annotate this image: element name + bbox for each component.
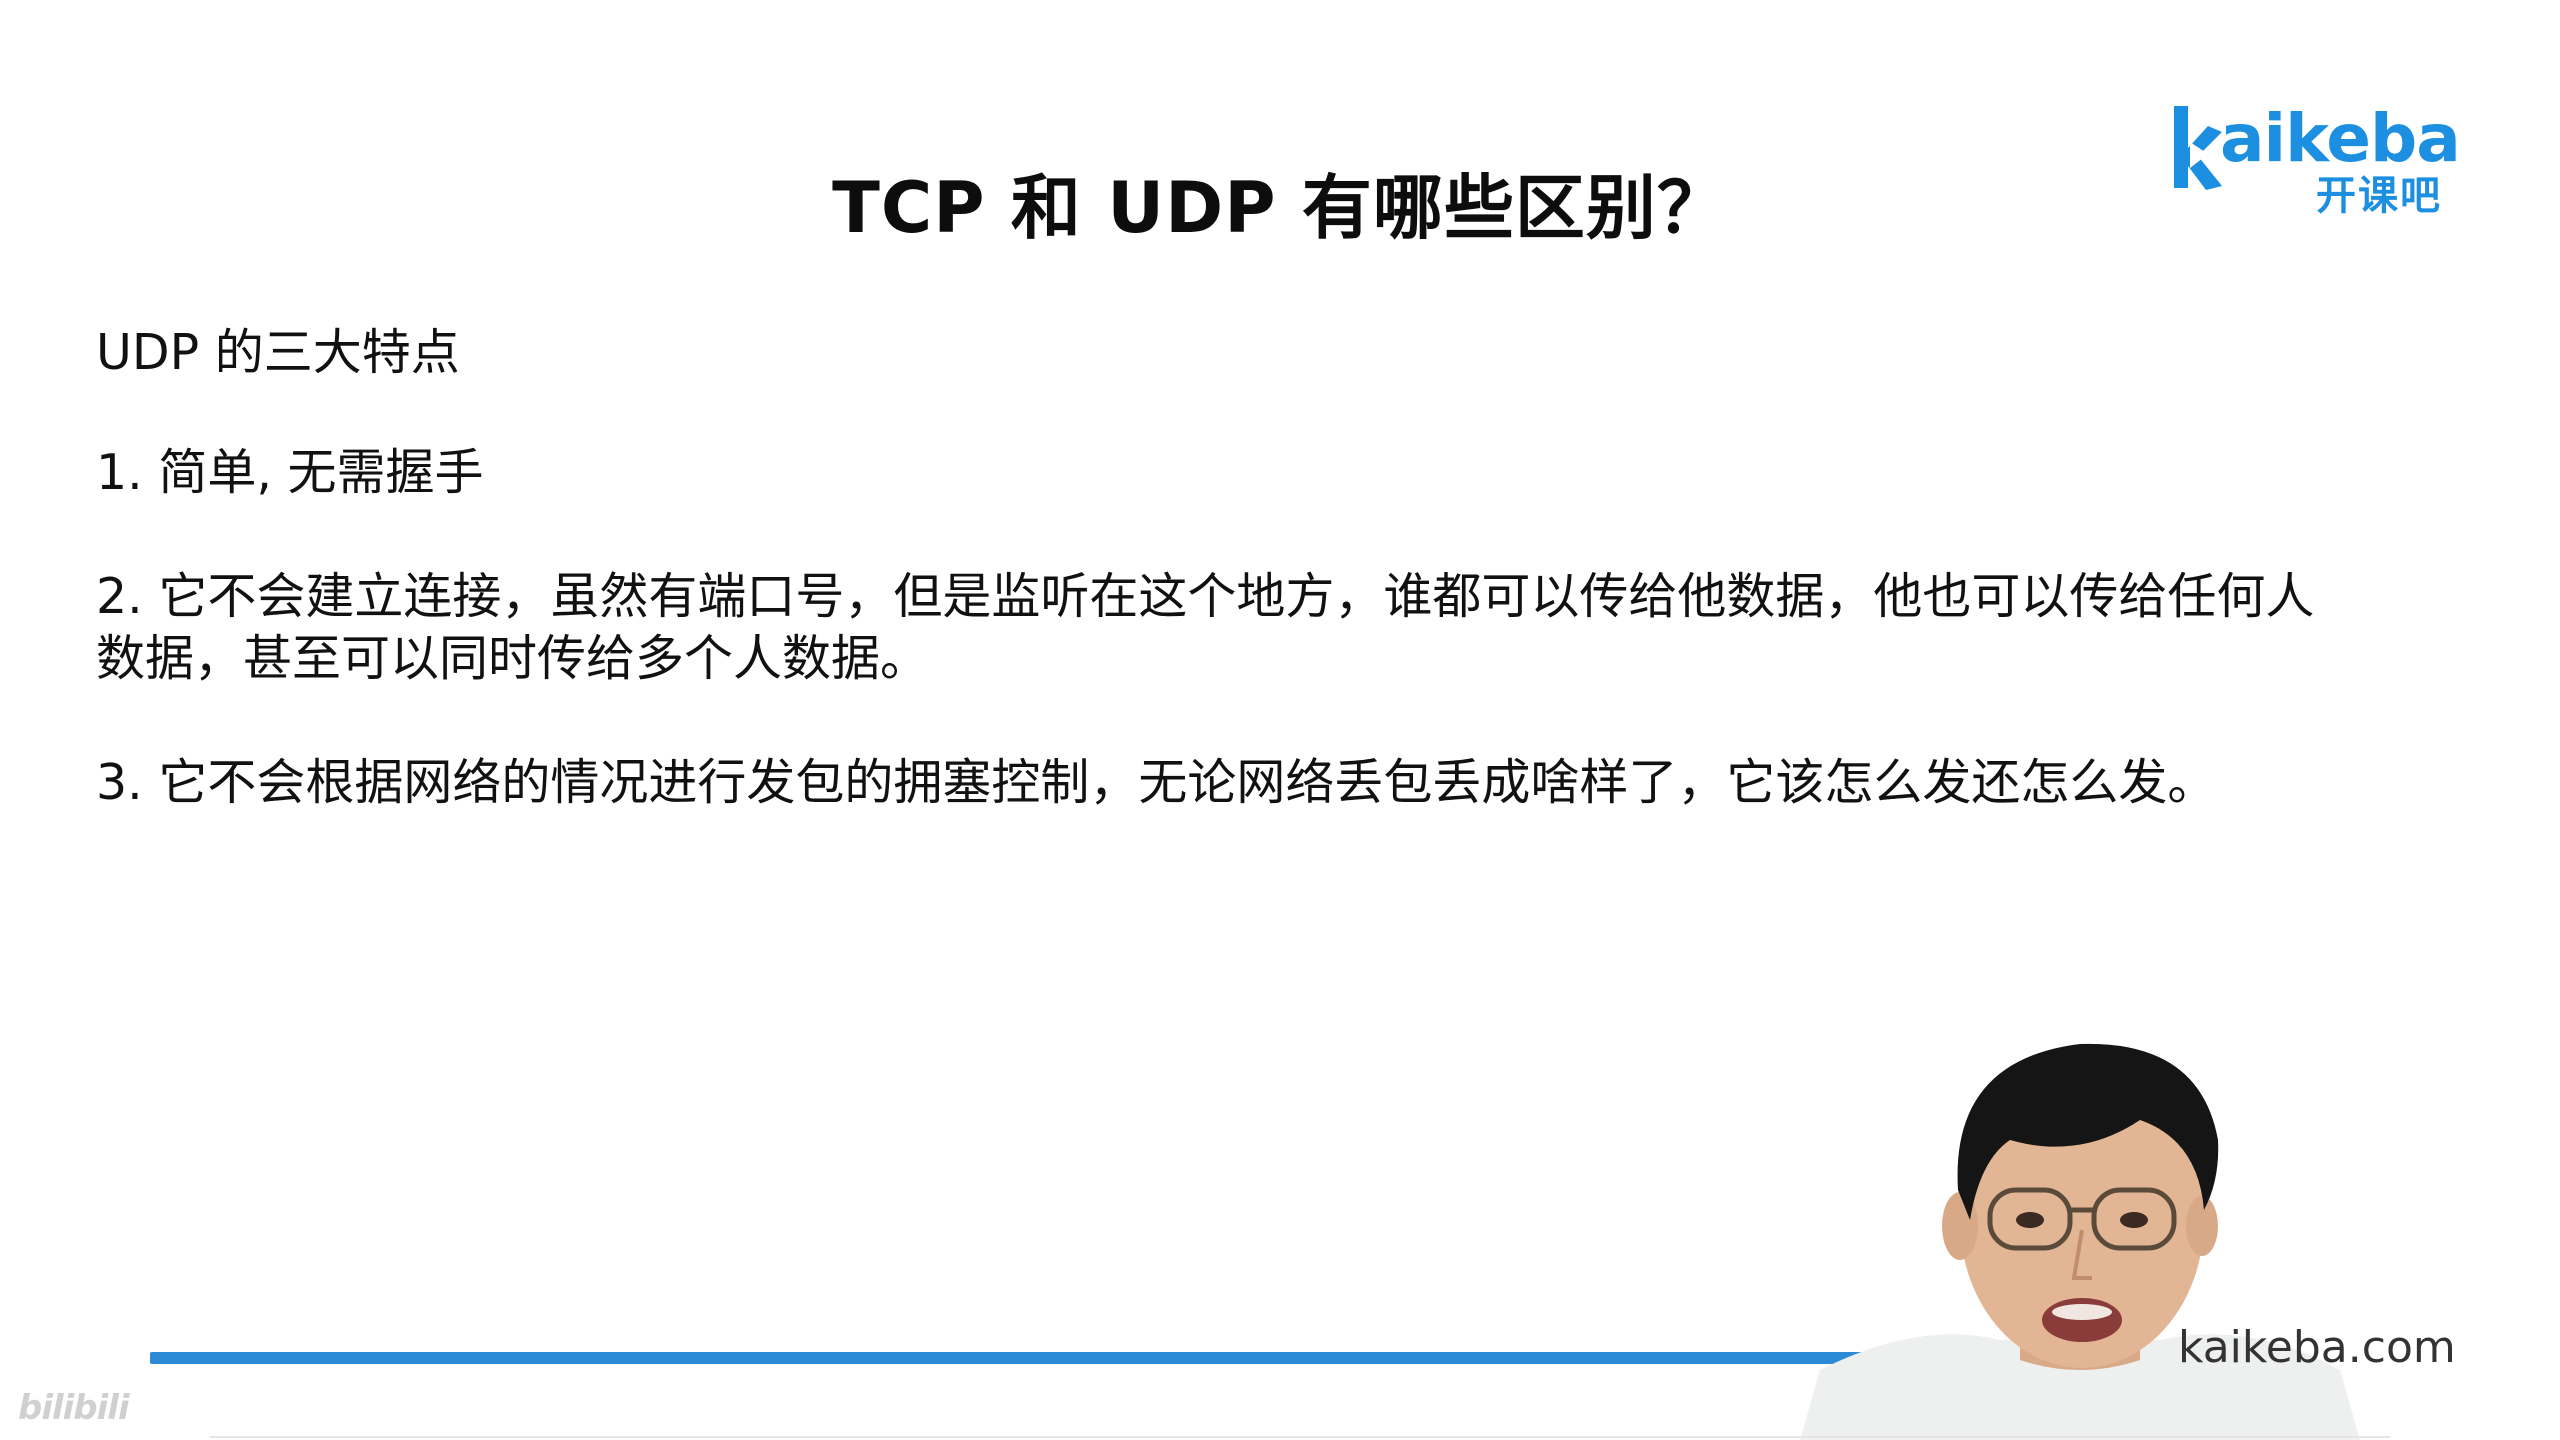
- slide-content: UDP 的三大特点 1. 简单, 无需握手 2. 它不会建立连接，虽然有端口号，…: [96, 322, 2336, 876]
- point-2: 2. 它不会建立连接，虽然有端口号，但是监听在这个地方，谁都可以传给他数据，他也…: [96, 568, 2315, 687]
- bilibili-watermark: bilibili: [18, 1388, 130, 1428]
- presenter-avatar: [1800, 1043, 2360, 1440]
- presenter-video: [1800, 1020, 2360, 1440]
- logo-chinese: 开课吧: [2316, 173, 2442, 219]
- point-3: 3. 它不会根据网络的情况进行发包的拥塞控制，无论网络丢包丢成啥样了，它该怎么发…: [96, 754, 2217, 811]
- point-1: 1. 简单, 无需握手: [96, 444, 484, 501]
- footer-url: kaikeba.com: [2178, 1322, 2456, 1373]
- kaikeba-logo: aikeba 开课吧: [2168, 96, 2468, 226]
- logo-wordmark: aikeba: [2220, 100, 2461, 177]
- video-progress-bar[interactable]: [150, 1352, 2010, 1364]
- section-heading: UDP 的三大特点: [96, 324, 460, 381]
- kaikeba-k-icon: [2174, 106, 2222, 190]
- lecture-slide: TCP 和 UDP 有哪些区别？ aikeba 开课吧 UDP 的三大特点 1.…: [0, 0, 2560, 1440]
- bottom-divider: [210, 1436, 2390, 1438]
